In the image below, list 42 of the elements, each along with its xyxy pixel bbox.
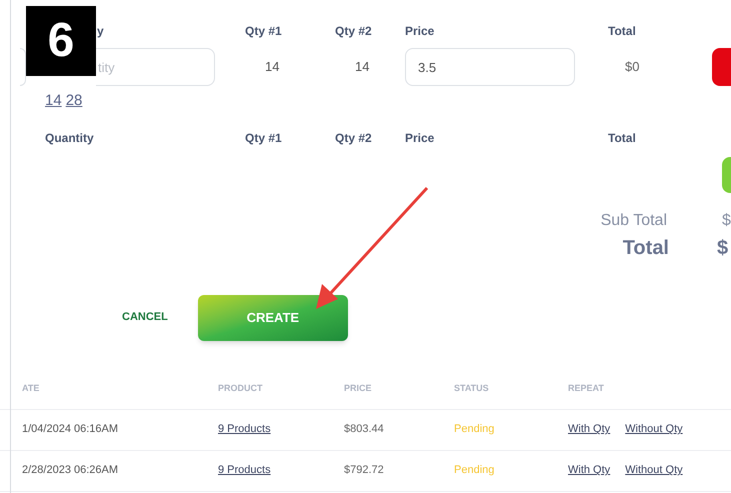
column-header: Qty #1 (245, 23, 283, 40)
column-header: PRICE (344, 382, 373, 396)
column-header: Price (405, 23, 436, 40)
subtotal-value: $ (722, 210, 731, 230)
repeat-link[interactable]: Without Qty (625, 421, 683, 438)
column-header: Total (608, 130, 636, 146)
repeat-link[interactable]: Without Qty (625, 462, 683, 479)
quantity-link[interactable]: 28 (66, 90, 82, 112)
qty1-value: 14 (265, 58, 280, 76)
column-header: Qty #2 (335, 130, 373, 146)
column-header: Qty #2 (335, 23, 373, 40)
repeat-link[interactable]: With Qty (568, 462, 610, 479)
status-text: Pending (454, 463, 496, 478)
product-link[interactable]: 9 Products (218, 421, 344, 438)
quantity-link[interactable]: 14 (45, 90, 62, 112)
total-value: $0 (625, 58, 640, 76)
column-header: ATE (22, 382, 40, 396)
repeat-link[interactable]: With Qty (568, 421, 610, 438)
add-button[interactable] (722, 156, 731, 192)
total-value: $ (717, 236, 730, 260)
status-text: Pending (454, 422, 496, 438)
step-badge: 6 (26, 6, 96, 76)
column-header: Price (405, 130, 436, 146)
column-header: REPEAT (568, 382, 604, 396)
remove-button[interactable] (712, 48, 731, 86)
column-header: STATUS (454, 382, 490, 396)
product-link[interactable]: 9 Products (218, 462, 344, 479)
qty2-value: 14 (355, 58, 370, 76)
table-cell-text: $792.72 (344, 463, 385, 478)
table-cell-text: 1/04/2024 06:16AM (22, 422, 120, 438)
column-header: PRODUCT (218, 382, 264, 396)
table-cell-text: $803.44 (344, 422, 385, 438)
quantity-field[interactable]: tity (96, 48, 215, 86)
column-header: Qty #1 (245, 130, 283, 146)
price-field[interactable]: 3.5 (405, 48, 575, 86)
subtotal-label: Sub Total (600, 210, 667, 230)
cancel-button[interactable]: CANCEL (122, 309, 168, 326)
column-header: y (97, 23, 104, 40)
column-header: Total (608, 23, 636, 40)
column-header: Quantity (45, 130, 95, 146)
total-label: Total (622, 236, 669, 260)
table-cell-text: 2/28/2023 06:26AM (22, 463, 120, 478)
